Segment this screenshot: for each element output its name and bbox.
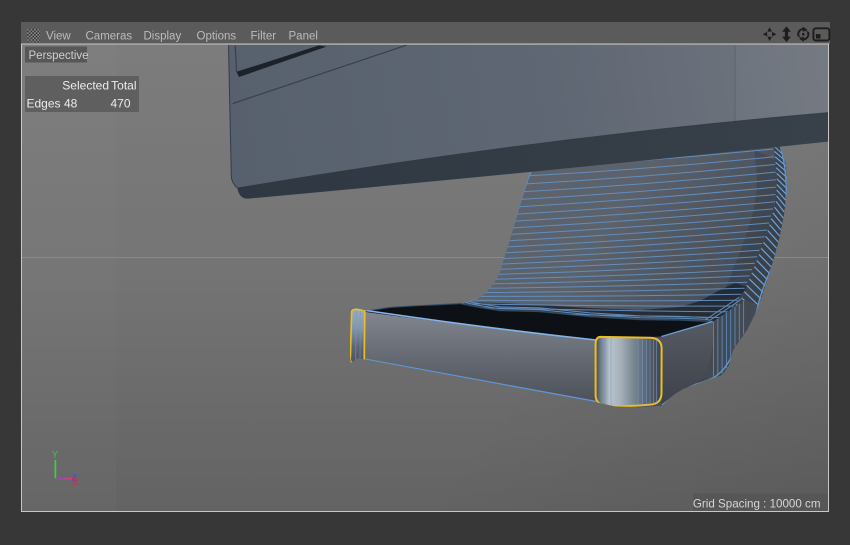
svg-text:View: View [46,31,71,43]
svg-text:Grid Spacing : 10000 cm: Grid Spacing : 10000 cm [693,498,821,511]
svg-text:Panel: Panel [289,31,318,43]
svg-text:Y: Y [52,450,58,460]
svg-text:470: 470 [110,97,130,111]
svg-text:Perspective: Perspective [29,50,89,62]
svg-text:X: X [72,477,79,488]
svg-text:Edges: Edges [27,97,61,111]
svg-text:Filter: Filter [251,31,277,43]
svg-text:Display: Display [144,31,182,43]
svg-text:48: 48 [64,97,78,111]
svg-text:Cameras: Cameras [86,31,133,43]
svg-text:Options: Options [197,31,237,43]
svg-text:Total: Total [111,79,136,93]
svg-text:Selected: Selected [62,79,109,93]
